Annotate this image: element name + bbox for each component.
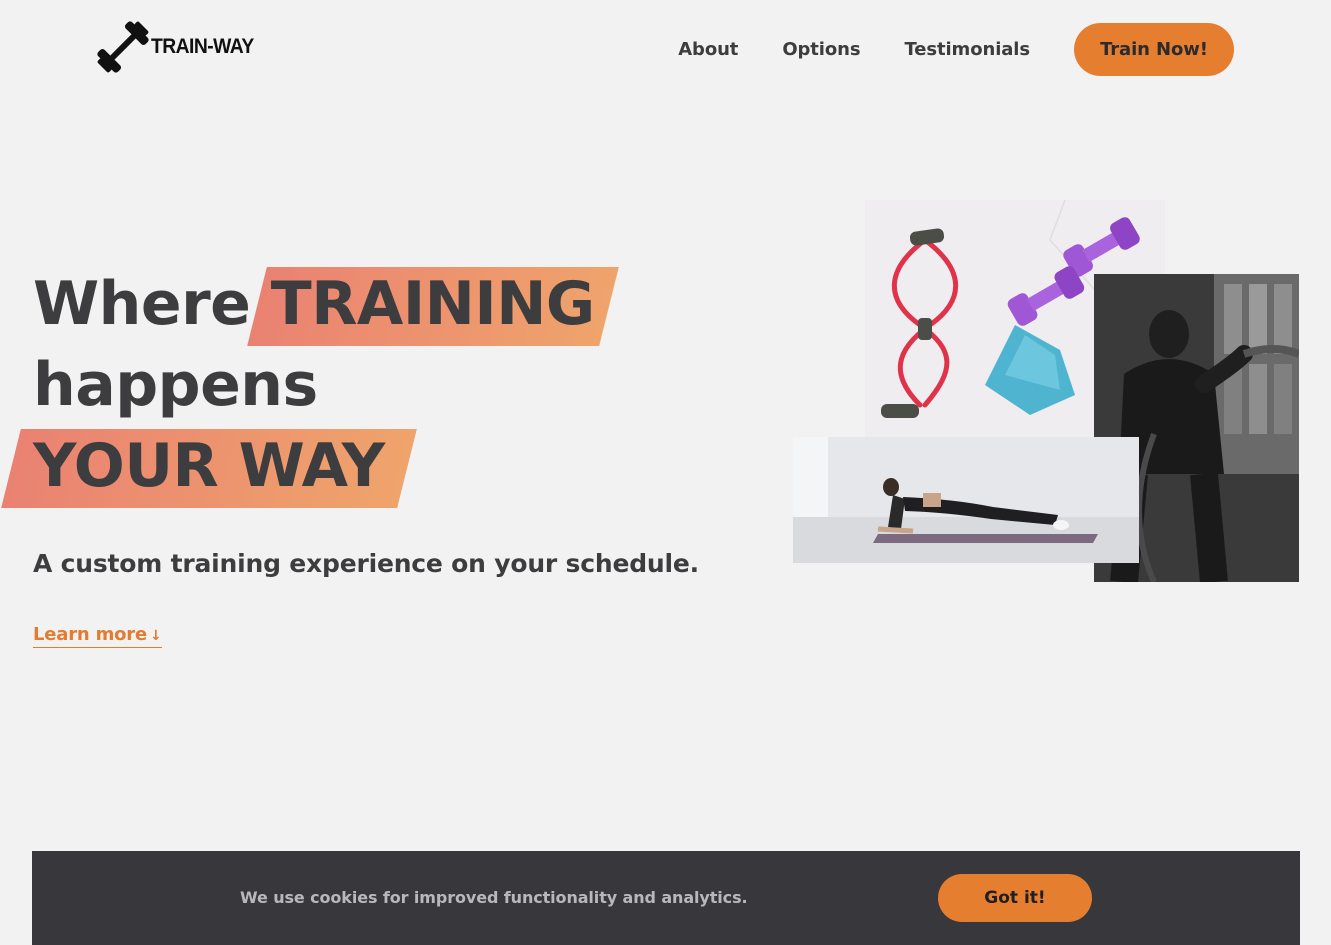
hero-title-where: Where [33, 269, 251, 339]
hero-title-highlight-training: TRAINING [271, 264, 595, 345]
learn-more-link[interactable]: Learn more ↓ [33, 624, 162, 648]
train-now-button[interactable]: Train Now! [1074, 22, 1234, 76]
hero-subtitle: A custom training experience on your sch… [33, 549, 699, 578]
cookie-banner: We use cookies for improved functionalit… [32, 851, 1300, 945]
hero-title-highlight-your-way: YOUR WAY [33, 426, 385, 507]
accept-cookies-button[interactable]: Got it! [938, 874, 1092, 922]
nav-link-options[interactable]: Options [782, 39, 860, 60]
main-nav: About Options Testimonials Train Now! [678, 22, 1234, 76]
logo-text: TRAIN-WAY [151, 35, 254, 58]
logo-link[interactable]: TRAIN-WAY [96, 20, 263, 74]
nav-link-about[interactable]: About [678, 39, 738, 60]
dumbbell-icon [97, 21, 149, 73]
nav-link-testimonials[interactable]: Testimonials [904, 39, 1030, 60]
arrow-down-icon: ↓ [150, 628, 162, 644]
learn-more-label: Learn more [33, 624, 147, 645]
plank-photo [793, 437, 1139, 563]
hero-title: Where TRAINING happens YOUR WAY [33, 264, 595, 507]
hero-title-happens: happens [33, 350, 318, 420]
cookie-message: We use cookies for improved functionalit… [240, 888, 748, 907]
